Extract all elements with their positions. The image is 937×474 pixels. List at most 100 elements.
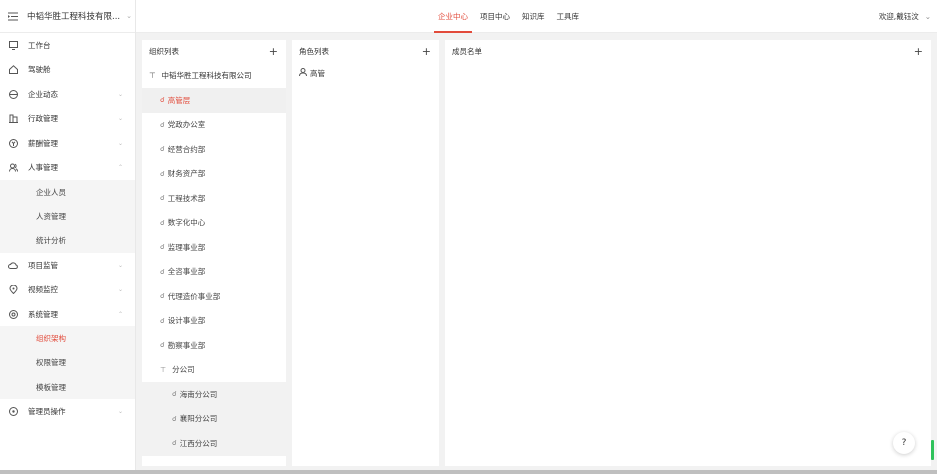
org-switcher[interactable]: 中韬华胜工程科技有限... ⌄ — [0, 0, 135, 33]
org-tree-icon: ⊤ — [160, 365, 167, 374]
menu-item-label: 薪酬管理 — [28, 138, 58, 148]
role-item[interactable]: 高管 — [292, 62, 439, 84]
bottom-divider — [0, 470, 937, 474]
tree-node[interactable]: ☌ 代理造价事业部 — [142, 284, 286, 309]
building-icon — [8, 114, 18, 124]
submenu-item-org-structure[interactable]: 组织架构 — [0, 326, 135, 350]
menu-item-label: 驾驶舱 — [28, 65, 51, 75]
chevron-down-icon: ⌄ — [117, 286, 123, 294]
menu-item-label: 人事管理 — [28, 163, 58, 173]
tab-project-center[interactable]: 项目中心 — [474, 0, 516, 33]
menu-item-label: 行政管理 — [28, 114, 58, 124]
user-icon — [299, 68, 307, 78]
tree-node-label: 数字化中心 — [167, 218, 206, 228]
chevron-up-icon: ⌃ — [117, 310, 123, 318]
role-label: 高管 — [310, 68, 325, 78]
tree-node-label: 代理造价事业部 — [167, 291, 221, 301]
panel-title: 组织列表 — [149, 46, 179, 56]
node-link-icon: ☌ — [160, 292, 165, 301]
side-menu: 工作台 驾驶舱 企业动态 ⌄ 行政管理 ⌄ 薪酬管理 ⌄ 人事管理 ⌃ — [0, 33, 135, 180]
tree-node[interactable]: ☌ 江西分公司 — [142, 431, 286, 456]
tree-node[interactable]: ☌ 党政办公室 — [142, 113, 286, 138]
tree-node[interactable]: ☌ 襄阳分公司 — [142, 407, 286, 432]
top-bar: 企业中心 项目中心 知识库 工具库 欢迎,戴钰汶 ⌄ — [136, 0, 937, 33]
node-link-icon: ☌ — [160, 120, 165, 129]
user-menu[interactable]: 欢迎,戴钰汶 ⌄ — [879, 0, 931, 33]
add-member-button[interactable]: + — [914, 46, 923, 57]
system-submenu: 组织架构 权限管理 模板管理 — [0, 326, 135, 400]
member-list-panel: 成员名单 + — [445, 40, 931, 466]
role-list-panel: 角色列表 + 高管 — [292, 40, 439, 466]
chevron-down-icon: ⌄ — [924, 12, 931, 21]
monitor-icon — [8, 40, 18, 50]
menu-fold-icon[interactable] — [8, 12, 18, 21]
add-role-button[interactable]: + — [422, 46, 431, 57]
submenu-item-employees[interactable]: 企业人员 — [0, 180, 135, 204]
node-link-icon: ☌ — [160, 96, 165, 105]
node-link-icon: ☌ — [160, 341, 165, 350]
menu-item-admin-ops[interactable]: 管理员操作 ⌄ — [0, 399, 135, 424]
tab-tools[interactable]: 工具库 — [551, 0, 586, 33]
member-list-header: 成员名单 + — [445, 40, 931, 62]
submenu-item-hr-management[interactable]: 人资管理 — [0, 204, 135, 228]
node-link-icon: ☌ — [160, 145, 165, 154]
menu-item-cockpit[interactable]: 驾驶舱 — [0, 58, 135, 83]
tree-node[interactable]: ☌ 财务资产部 — [142, 162, 286, 187]
tab-enterprise-center[interactable]: 企业中心 — [432, 0, 474, 33]
tree-node-label: 勘察事业部 — [167, 340, 206, 350]
org-tree-icon: ⊤ — [149, 70, 156, 80]
help-button[interactable]: ? — [893, 432, 915, 454]
menu-item-hr[interactable]: 人事管理 ⌃ — [0, 156, 135, 181]
menu-item-workbench[interactable]: 工作台 — [0, 33, 135, 58]
chevron-down-icon: ⌄ — [117, 90, 123, 98]
hr-submenu: 企业人员 人资管理 统计分析 — [0, 180, 135, 253]
scroll-indicator[interactable] — [931, 440, 934, 460]
submenu-item-permissions[interactable]: 权限管理 — [0, 351, 135, 375]
menu-item-label: 工作台 — [28, 40, 51, 50]
menu-item-admin[interactable]: 行政管理 ⌄ — [0, 107, 135, 132]
tree-node[interactable]: ☌ 经营合约部 — [142, 137, 286, 162]
home-icon — [8, 65, 18, 75]
tree-node[interactable]: ☌ 数字化中心 — [142, 211, 286, 236]
branch-node-list: ☌ 海南分公司 ☌ 襄阳分公司 ☌ 江西分公司 — [142, 382, 286, 456]
cloud-icon — [8, 260, 18, 270]
tree-node-branch[interactable]: ⊤ 分公司 — [142, 358, 286, 383]
tree-node-label: 海南分公司 — [179, 389, 218, 399]
menu-item-news[interactable]: 企业动态 ⌄ — [0, 82, 135, 107]
tree-node[interactable]: ☌ 高管层 — [142, 88, 286, 113]
org-list-header: 组织列表 + — [142, 40, 286, 62]
menu-item-label: 视频监控 — [28, 285, 58, 295]
menu-item-video[interactable]: 视频监控 ⌄ — [0, 277, 135, 302]
node-link-icon: ☌ — [160, 267, 165, 276]
tree-node[interactable]: ☌ 勘察事业部 — [142, 333, 286, 358]
org-list-panel: 组织列表 + ⊤ 中韬华胜工程科技有限公司 ☌ 高管层 ☌ 党政办公室 ☌ 经营合约部 ☌ 财… — [142, 40, 286, 466]
menu-item-system[interactable]: 系统管理 ⌃ — [0, 302, 135, 327]
tree-node[interactable]: ☌ 设计事业部 — [142, 309, 286, 334]
chevron-down-icon: ⌄ — [117, 115, 123, 123]
chevron-down-icon: ⌄ — [117, 408, 123, 416]
node-link-icon: ☌ — [160, 194, 165, 203]
node-link-icon: ☌ — [160, 169, 165, 178]
add-org-button[interactable]: + — [269, 46, 278, 57]
tree-node-label: 高管层 — [167, 95, 191, 105]
tree-node[interactable]: ☌ 全咨事业部 — [142, 260, 286, 285]
menu-item-salary[interactable]: 薪酬管理 ⌄ — [0, 131, 135, 156]
menu-item-label: 企业动态 — [28, 89, 58, 99]
tree-root[interactable]: ⊤ 中韬华胜工程科技有限公司 — [142, 62, 286, 88]
submenu-item-templates[interactable]: 模板管理 — [0, 375, 135, 399]
tab-knowledge-base[interactable]: 知识库 — [516, 0, 551, 33]
tree-node[interactable]: ☌ 监理事业部 — [142, 235, 286, 260]
location-icon — [8, 285, 18, 295]
tree-root-label: 中韬华胜工程科技有限公司 — [161, 70, 252, 80]
tree-node[interactable]: ☌ 海南分公司 — [142, 382, 286, 407]
submenu-item-statistics[interactable]: 统计分析 — [0, 229, 135, 253]
panel-title: 成员名单 — [452, 46, 482, 56]
tree-node[interactable]: ☌ 工程技术部 — [142, 186, 286, 211]
chevron-down-icon: ⌄ — [117, 261, 123, 269]
sidebar: 中韬华胜工程科技有限... ⌄ 工作台 驾驶舱 企业动态 ⌄ 行政管理 ⌄ 薪酬… — [0, 0, 136, 474]
node-link-icon: ☌ — [172, 390, 177, 399]
node-link-icon: ☌ — [172, 414, 177, 423]
menu-item-project-supervision[interactable]: 项目监管 ⌄ — [0, 253, 135, 278]
tree-node-label: 财务资产部 — [167, 169, 206, 179]
tree-node-label: 全咨事业部 — [167, 267, 206, 277]
